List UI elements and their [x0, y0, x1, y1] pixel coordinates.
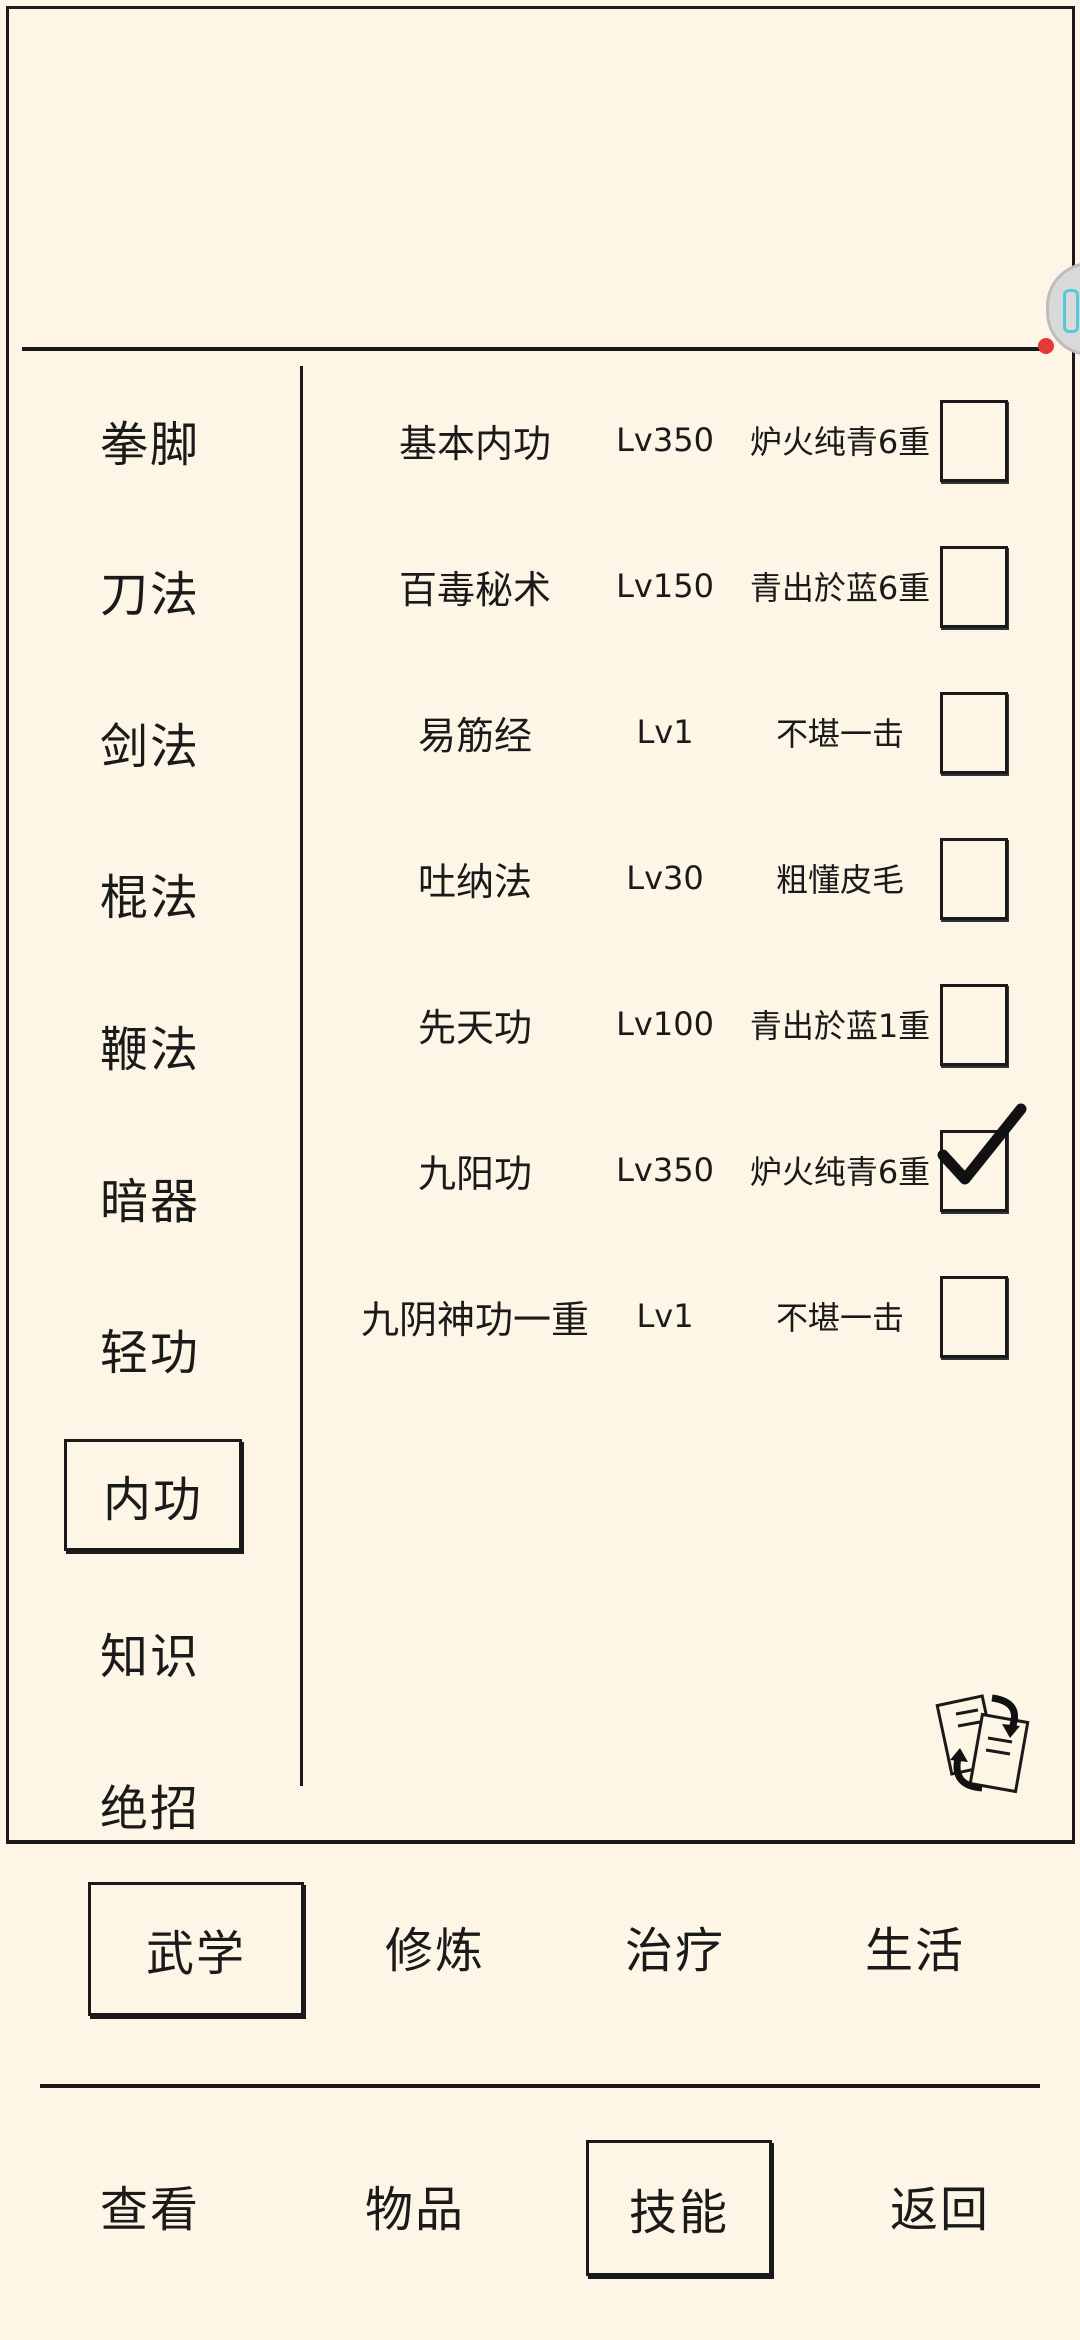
- equip-checkbox[interactable]: [940, 984, 1008, 1066]
- equip-checkbox[interactable]: [940, 1276, 1008, 1358]
- skill-row[interactable]: 九阴神功一重 Lv1 不堪一击: [310, 1266, 1030, 1366]
- category-4[interactable]: 鞭法: [64, 992, 236, 1098]
- skill-rank: 炉火纯青6重: [749, 1153, 931, 1191]
- category-0[interactable]: 拳脚: [64, 387, 236, 493]
- skill-row[interactable]: 基本内功 Lv350 炉火纯青6重: [310, 390, 1030, 490]
- category-6[interactable]: 轻功: [64, 1295, 236, 1401]
- category-5[interactable]: 暗器: [64, 1144, 236, 1250]
- skill-rank: 不堪一击: [775, 1299, 904, 1337]
- tab-0[interactable]: 武学: [88, 1882, 304, 2016]
- skill-row[interactable]: 先天功 Lv100 青出於蓝1重: [310, 974, 1030, 1074]
- equip-checkbox[interactable]: [940, 546, 1008, 628]
- tab-3[interactable]: 生活: [810, 1882, 1020, 2010]
- nav-button-1[interactable]: 物品: [325, 2140, 505, 2270]
- skill-rank: 炉火纯青6重: [749, 423, 931, 461]
- handle-icon: [1063, 289, 1079, 333]
- tab-2[interactable]: 治疗: [570, 1882, 780, 2010]
- tab-1[interactable]: 修炼: [330, 1882, 540, 2010]
- category-3[interactable]: 棍法: [64, 840, 236, 946]
- skill-row[interactable]: 吐纳法 Lv30 粗懂皮毛: [310, 828, 1030, 928]
- skill-row[interactable]: 易筋经 Lv1 不堪一击: [310, 682, 1030, 782]
- nav-button-2[interactable]: 技能: [586, 2140, 772, 2276]
- category-2[interactable]: 剑法: [64, 689, 236, 795]
- category-1[interactable]: 刀法: [64, 537, 236, 643]
- category-7[interactable]: 内功: [64, 1439, 242, 1551]
- swap-cards-icon[interactable]: [930, 1688, 1040, 1798]
- equip-checkbox[interactable]: [937, 1103, 1027, 1212]
- skill-rank: 粗懂皮毛: [775, 861, 904, 899]
- nav-button-3[interactable]: 返回: [850, 2140, 1030, 2270]
- message-panel: [0, 0, 1080, 350]
- nav-divider: [40, 2084, 1040, 2088]
- skill-rank: 青出於蓝6重: [749, 569, 931, 607]
- category-9[interactable]: 绝招: [64, 1751, 236, 1857]
- notification-dot: [1038, 338, 1054, 354]
- equip-checkbox[interactable]: [940, 838, 1008, 920]
- equip-checkbox[interactable]: [940, 400, 1008, 482]
- skill-rank: 青出於蓝1重: [749, 1007, 931, 1045]
- checkmark-icon: [937, 1103, 1027, 1185]
- skill-row[interactable]: 九阳功 Lv350 炉火纯青6重: [310, 1103, 1030, 1220]
- category-8[interactable]: 知识: [64, 1599, 236, 1705]
- equip-checkbox[interactable]: [940, 692, 1008, 774]
- nav-button-0[interactable]: 查看: [60, 2140, 240, 2270]
- skill-row[interactable]: 百毒秘术 Lv150 青出於蓝6重: [310, 536, 1030, 636]
- skill-rank: 不堪一击: [775, 715, 904, 753]
- list-divider: [300, 366, 303, 1786]
